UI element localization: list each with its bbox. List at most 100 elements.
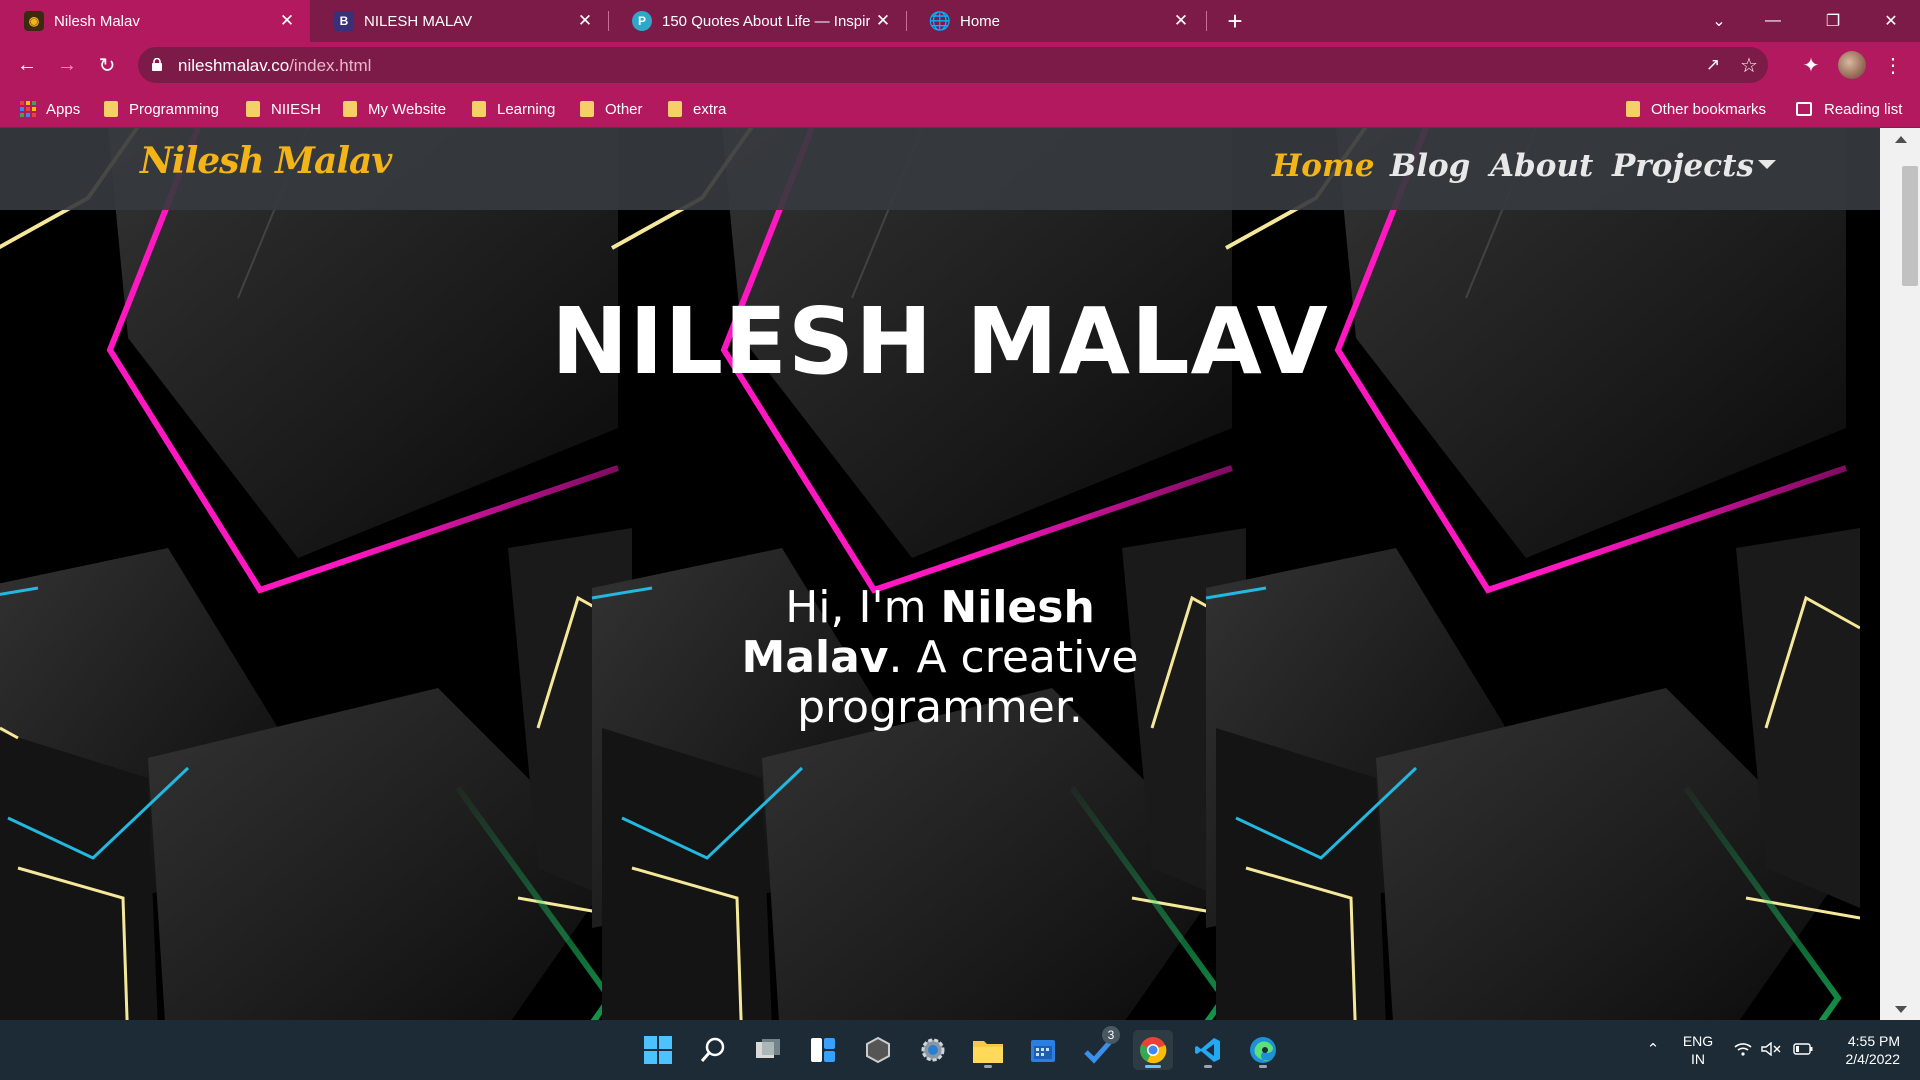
bookmark-star-icon[interactable]: ☆ (1734, 50, 1764, 80)
reload-icon[interactable]: ↻ (92, 50, 122, 80)
bookmark-label: Reading list (1824, 100, 1903, 118)
reading-list[interactable]: Reading list (1796, 98, 1902, 120)
tab-home[interactable]: 🌐 Home ✕ (906, 0, 1204, 42)
windows-taskbar: 3 ⌃ ENG IN 4:55 PM 2/4/2022 (0, 1020, 1920, 1080)
folder-icon (1626, 101, 1640, 117)
minimize-button[interactable]: — (1746, 0, 1800, 42)
tab-quotes[interactable]: P 150 Quotes About Life — Inspirin ✕ (608, 0, 906, 42)
other-bookmarks[interactable]: Other bookmarks (1626, 98, 1766, 120)
running-indicator (1204, 1065, 1212, 1068)
clock-date: 2/4/2022 (1845, 1051, 1901, 1067)
running-indicator (1259, 1065, 1267, 1068)
scrollbar-thumb[interactable] (1902, 166, 1918, 286)
hero-subtitle-prefix: Hi, I'm (785, 582, 941, 633)
desktop-screen: ◉ Nilesh Malav ✕ B NILESH MALAV ✕ P 150 … (0, 0, 1920, 1080)
running-indicator (984, 1065, 992, 1068)
profile-avatar[interactable] (1838, 51, 1866, 79)
new-tab-button[interactable]: + (1220, 6, 1250, 36)
folder-icon (668, 101, 682, 117)
bookmark-folder-other[interactable]: Other (580, 98, 643, 120)
forward-arrow-icon[interactable]: → (52, 50, 82, 80)
edge-icon[interactable] (1243, 1030, 1283, 1070)
extensions-puzzle-icon[interactable]: ✦ (1796, 50, 1826, 80)
bookmark-label: Other (605, 100, 643, 118)
browser-tab-strip: ◉ Nilesh Malav ✕ B NILESH MALAV ✕ P 150 … (0, 0, 1920, 42)
tab-title: Nilesh Malav (54, 12, 140, 30)
close-tab-icon[interactable]: ✕ (274, 8, 300, 34)
file-explorer-icon[interactable] (968, 1030, 1008, 1070)
bookmark-folder-my-website[interactable]: My Website (343, 98, 446, 120)
nav-link-blog[interactable]: Blog (1390, 148, 1470, 184)
bookmark-folder-extra[interactable]: extra (668, 98, 726, 120)
windows-start-icon[interactable] (638, 1030, 678, 1070)
bookmarks-bar: Apps Programming NIIESH My Website Learn… (0, 88, 1920, 128)
apps-grid-icon (20, 101, 36, 117)
chrome-icon[interactable] (1133, 1030, 1173, 1070)
running-indicator (1145, 1065, 1161, 1068)
nav-link-projects[interactable]: Projects (1612, 148, 1776, 184)
bookmark-apps[interactable]: Apps (20, 98, 80, 120)
bookmark-folder-learning[interactable]: Learning (472, 98, 555, 120)
app-icon[interactable] (858, 1030, 898, 1070)
nav-link-home[interactable]: Home (1272, 148, 1375, 184)
restore-button[interactable]: ❐ (1806, 0, 1860, 42)
quotes-favicon-icon: P (632, 11, 652, 31)
language-code: ENG (1682, 1033, 1714, 1049)
folder-icon (246, 101, 260, 117)
input-language-indicator[interactable]: ENG IN (1680, 1032, 1716, 1068)
hero-subtitle: Hi, I'm Nilesh Malav. A creative program… (700, 583, 1180, 733)
dropdown-caret-icon (1757, 160, 1776, 169)
bookmark-label: Learning (497, 100, 556, 118)
scroll-down-arrow-icon[interactable] (1895, 1006, 1907, 1013)
bookmark-folder-programming[interactable]: Programming (104, 98, 219, 120)
url-host: nileshmalav.co (178, 56, 290, 75)
tab-title: NILESH MALAV (364, 12, 473, 30)
hero-background-image (0, 128, 1880, 1020)
tab-title: 150 Quotes About Life — Inspirin (662, 12, 870, 30)
scroll-up-arrow-icon[interactable] (1895, 136, 1907, 143)
task-view-icon[interactable] (748, 1030, 788, 1070)
folder-icon (343, 101, 357, 117)
wifi-icon[interactable] (1732, 1038, 1754, 1060)
close-tab-icon[interactable]: ✕ (870, 8, 896, 34)
site-brand-logo[interactable]: Nilesh Malav (140, 140, 392, 182)
close-tab-icon[interactable]: ✕ (572, 8, 598, 34)
back-arrow-icon[interactable]: ← (12, 50, 42, 80)
widgets-icon[interactable] (803, 1030, 843, 1070)
nilesh-favicon-icon: ◉ (24, 11, 44, 31)
menu-kebab-icon[interactable]: ⋮ (1878, 50, 1908, 80)
close-tab-icon[interactable]: ✕ (1168, 8, 1194, 34)
tab-nilesh-malav[interactable]: ◉ Nilesh Malav ✕ (0, 0, 310, 42)
battery-icon[interactable] (1792, 1038, 1814, 1060)
todo-icon[interactable]: 3 (1078, 1026, 1120, 1070)
lock-icon[interactable] (152, 58, 162, 71)
tab-search-icon[interactable]: ⌄ (1692, 0, 1746, 42)
folder-icon (472, 101, 486, 117)
clock[interactable]: 4:55 PM 2/4/2022 (1820, 1032, 1901, 1068)
share-icon[interactable]: ↗ (1698, 50, 1728, 80)
bookmark-label: Other bookmarks (1651, 100, 1767, 118)
todo-badge: 3 (1102, 1026, 1120, 1044)
bookmark-folder-niiesh[interactable]: NIIESH (246, 98, 321, 120)
folder-icon (580, 101, 594, 117)
search-icon[interactable] (693, 1030, 733, 1070)
globe-icon: 🌐 (928, 10, 952, 31)
url-text: nileshmalav.co/index.html (178, 56, 371, 76)
nav-link-label: Projects (1612, 148, 1754, 184)
tab-nilesh-malav-blog[interactable]: B NILESH MALAV ✕ (310, 0, 608, 42)
volume-muted-icon[interactable] (1760, 1038, 1782, 1060)
calendar-icon[interactable] (1023, 1030, 1063, 1070)
settings-icon[interactable] (913, 1030, 953, 1070)
bookmark-label: NIIESH (271, 100, 322, 118)
browser-toolbar: ← → ↻ nileshmalav.co/index.html ↗ ☆ ✦ ⋮ (0, 42, 1920, 88)
close-window-button[interactable]: ✕ (1864, 0, 1918, 42)
show-hidden-icons-chevron-icon[interactable]: ⌃ (1642, 1038, 1664, 1060)
bookmark-label: My Website (368, 100, 447, 118)
site-navbar: Nilesh Malav Home Blog About Projects (0, 128, 1880, 210)
nav-link-about[interactable]: About (1490, 148, 1593, 184)
url-path: /index.html (289, 56, 372, 75)
region-code: IN (1691, 1051, 1705, 1067)
vscode-icon[interactable] (1188, 1030, 1228, 1070)
address-bar[interactable]: nileshmalav.co/index.html ↗ ☆ (138, 47, 1768, 83)
hero-title: NILESH MALAV (551, 288, 1329, 395)
